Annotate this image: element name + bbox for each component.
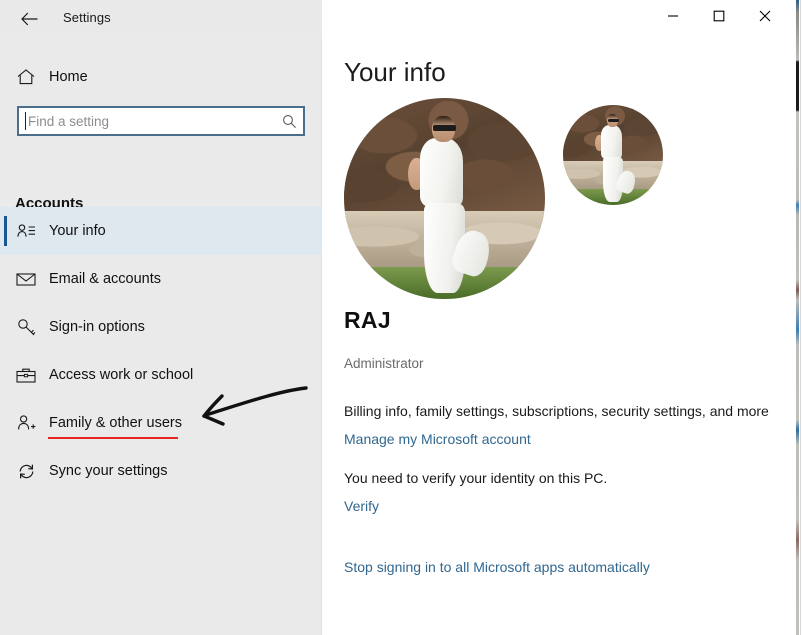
- search-icon: [275, 114, 303, 129]
- user-card-icon: [14, 223, 38, 239]
- minimize-icon: [667, 10, 679, 22]
- maximize-button[interactable]: [696, 0, 742, 32]
- photo-person-torso: [420, 138, 462, 206]
- billing-info-text: Billing info, family settings, subscript…: [344, 403, 769, 419]
- selection-indicator: [4, 216, 7, 246]
- sidebar-item-home[interactable]: Home: [0, 59, 322, 95]
- sync-icon: [14, 462, 38, 481]
- sidebar-nav: Your info Email & accounts: [0, 207, 322, 495]
- close-icon: [759, 10, 771, 22]
- sidebar-item-email-accounts[interactable]: Email & accounts: [0, 255, 322, 303]
- sidebar-item-label: Sign-in options: [49, 319, 145, 335]
- sidebar-item-access-work-school[interactable]: Access work or school: [0, 351, 322, 399]
- stop-signing-in-link[interactable]: Stop signing in to all Microsoft apps au…: [344, 559, 650, 575]
- close-button[interactable]: [742, 0, 788, 32]
- envelope-icon: [14, 272, 38, 287]
- sidebar-item-your-info[interactable]: Your info: [0, 207, 322, 255]
- briefcase-icon: [14, 367, 38, 384]
- photo-person-torso: [601, 125, 622, 159]
- settings-window: Settings Home: [0, 0, 788, 635]
- annotation-red-underline: [48, 437, 178, 439]
- profile-photo[interactable]: [344, 98, 545, 299]
- titlebar-sidebar-region: [0, 0, 322, 37]
- back-button[interactable]: [10, 5, 48, 33]
- profile-photo-thumbnail-image: [563, 105, 663, 205]
- sidebar-item-home-label: Home: [49, 69, 88, 85]
- sidebar-item-family-other-users[interactable]: Family & other users: [0, 399, 322, 447]
- verify-link[interactable]: Verify: [344, 498, 379, 514]
- sidebar-item-label: Access work or school: [49, 367, 193, 383]
- minimize-button[interactable]: [650, 0, 696, 32]
- search-input[interactable]: [19, 108, 275, 134]
- content-pane: Your info: [322, 37, 788, 635]
- sidebar-item-label: Email & accounts: [49, 271, 161, 287]
- photo-person-sunglasses: [433, 125, 455, 131]
- sidebar-item-label: Your info: [49, 223, 106, 239]
- background-window-sliver: [788, 0, 803, 635]
- verify-identity-text: You need to verify your identity on this…: [344, 470, 607, 486]
- window-controls: [650, 0, 788, 32]
- user-name: RAJ: [344, 307, 391, 334]
- sidebar: Home Accounts: [0, 37, 322, 635]
- sidebar-item-sync-settings[interactable]: Sync your settings: [0, 447, 322, 495]
- manage-microsoft-account-link[interactable]: Manage my Microsoft account: [344, 431, 531, 447]
- user-role: Administrator: [344, 356, 424, 371]
- sidebar-item-signin-options[interactable]: Sign-in options: [0, 303, 322, 351]
- search-box[interactable]: [17, 106, 305, 136]
- profile-photo-image: [344, 98, 545, 299]
- window-title: Settings: [63, 10, 111, 25]
- sidebar-item-label: Sync your settings: [49, 463, 167, 479]
- photo-person-sunglasses: [608, 119, 619, 122]
- key-icon: [14, 318, 38, 337]
- user-add-icon: [14, 414, 38, 432]
- page-title: Your info: [344, 57, 446, 88]
- sidebar-item-label: Family & other users: [49, 415, 182, 431]
- home-icon: [15, 69, 37, 85]
- back-arrow-icon: [21, 12, 38, 26]
- search-caret: [25, 112, 26, 130]
- background-window-edge: [796, 0, 799, 635]
- maximize-icon: [713, 10, 725, 22]
- profile-photo-thumbnail[interactable]: [563, 105, 663, 205]
